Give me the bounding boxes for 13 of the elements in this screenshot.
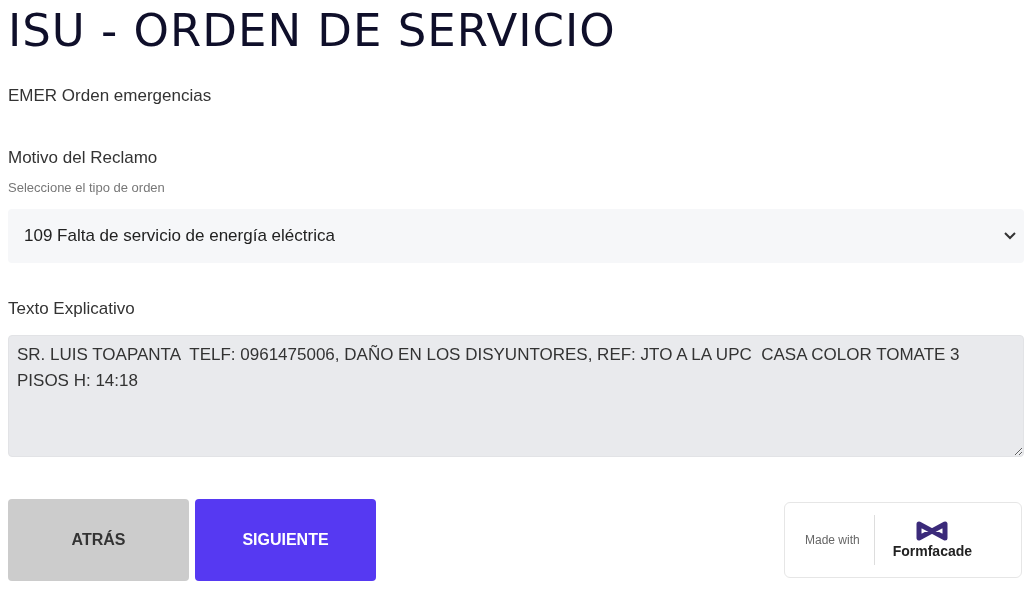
- back-button[interactable]: ATRÁS: [8, 499, 189, 581]
- chevron-down-icon: [1004, 232, 1016, 240]
- reason-select[interactable]: 109 Falta de servicio de energía eléctrica: [8, 209, 1024, 263]
- field-hint: Seleccione el tipo de orden: [8, 180, 166, 195]
- field-label: Motivo del Reclamo: [8, 148, 159, 168]
- field-label: Texto Explicativo: [8, 299, 136, 319]
- page-title: ISU - ORDEN DE SERVICIO: [8, 4, 617, 59]
- badge-caption: Made with: [785, 515, 875, 565]
- made-with-badge[interactable]: Made with Formfacade: [784, 502, 1022, 578]
- explanation-field[interactable]: SR. LUIS TOAPANTA TELF: 0961475006, DAÑO EN LOS DISYUNTORES, REF: JTO A LA UPC CASA COLOR TOMATE 3 PISOS H: 14:18: [8, 335, 1024, 457]
- brand-name: Formfacade: [892, 543, 973, 559]
- next-button[interactable]: SIGUIENTE: [195, 499, 376, 581]
- order-type: EMER Orden emergencias: [8, 86, 213, 106]
